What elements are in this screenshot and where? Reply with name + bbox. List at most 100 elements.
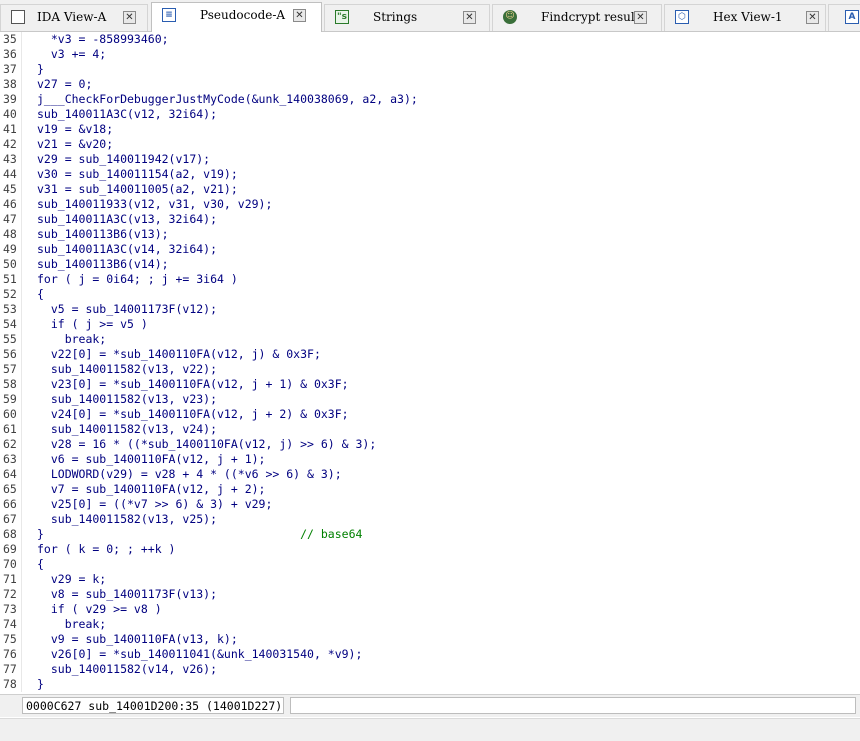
code-text[interactable]: v29 = sub_140011942(v17); bbox=[37, 152, 210, 167]
code-text[interactable]: LODWORD(v29) = v28 + 4 * ((*v6 >> 6) & 3… bbox=[37, 467, 342, 482]
code-line[interactable]: 41 v19 = &v18; bbox=[0, 122, 860, 137]
code-text[interactable]: sub_140011582(v14, v26); bbox=[37, 662, 217, 677]
code-line[interactable]: 67 sub_140011582(v13, v25); bbox=[0, 512, 860, 527]
code-text[interactable]: v29 = k; bbox=[37, 572, 106, 587]
code-text[interactable]: v31 = sub_140011005(a2, v21); bbox=[37, 182, 238, 197]
code-line[interactable]: 56 v22[0] = *sub_1400110FA(v12, j) & 0x3… bbox=[0, 347, 860, 362]
code-line[interactable]: 45 v31 = sub_140011005(a2, v21); bbox=[0, 182, 860, 197]
code-line[interactable]: 72 v8 = sub_14001173F(v13); bbox=[0, 587, 860, 602]
code-text[interactable]: v26[0] = *sub_140011041(&unk_140031540, … bbox=[37, 647, 363, 662]
code-line[interactable]: 44 v30 = sub_140011154(a2, v19); bbox=[0, 167, 860, 182]
code-text[interactable]: { bbox=[37, 287, 44, 302]
code-text[interactable]: sub_140011933(v12, v31, v30, v29); bbox=[37, 197, 272, 212]
code-text[interactable]: v3 += 4; bbox=[37, 47, 106, 62]
close-icon[interactable]: ✕ bbox=[293, 9, 306, 22]
code-text[interactable]: sub_140011582(v13, v23); bbox=[37, 392, 217, 407]
code-line[interactable]: 46 sub_140011933(v12, v31, v30, v29); bbox=[0, 197, 860, 212]
close-icon[interactable]: ✕ bbox=[634, 11, 647, 24]
code-line[interactable]: 53 v5 = sub_14001173F(v12); bbox=[0, 302, 860, 317]
code-line[interactable]: 63 v6 = sub_1400110FA(v12, j + 1); bbox=[0, 452, 860, 467]
code-text[interactable]: for ( k = 0; ; ++k ) bbox=[37, 542, 175, 557]
code-text[interactable]: v22[0] = *sub_1400110FA(v12, j) & 0x3F; bbox=[37, 347, 321, 362]
code-text[interactable]: } bbox=[37, 677, 44, 692]
code-text[interactable]: break; bbox=[37, 332, 107, 347]
code-line[interactable]: 70 { bbox=[0, 557, 860, 572]
code-line[interactable]: 37} bbox=[0, 62, 860, 77]
code-line[interactable]: 62 v28 = 16 * ((*sub_1400110FA(v12, j) >… bbox=[0, 437, 860, 452]
code-line[interactable]: 76 v26[0] = *sub_140011041(&unk_14003154… bbox=[0, 647, 860, 662]
code-text[interactable]: *v3 = -858993460; bbox=[37, 32, 169, 47]
code-text[interactable]: for ( j = 0i64; ; j += 3i64 ) bbox=[37, 272, 238, 287]
code-line[interactable]: 64 LODWORD(v29) = v28 + 4 * ((*v6 >> 6) … bbox=[0, 467, 860, 482]
code-text[interactable]: v24[0] = *sub_1400110FA(v12, j + 2) & 0x… bbox=[37, 407, 349, 422]
code-text[interactable]: sub_140011582(v13, v25); bbox=[37, 512, 217, 527]
tab-pseudocode-a[interactable]: ≡ Pseudocode-A ✕ bbox=[151, 2, 322, 32]
code-line[interactable]: 60 v24[0] = *sub_1400110FA(v12, j + 2) &… bbox=[0, 407, 860, 422]
code-line[interactable]: 38 v27 = 0; bbox=[0, 77, 860, 92]
code-text[interactable]: v19 = &v18; bbox=[37, 122, 113, 137]
code-text[interactable]: sub_140011582(v13, v22); bbox=[37, 362, 217, 377]
code-line[interactable]: 65 v7 = sub_1400110FA(v12, j + 2); bbox=[0, 482, 860, 497]
code-line[interactable]: 71 v29 = k; bbox=[0, 572, 860, 587]
code-text[interactable]: sub_140011A3C(v12, 32i64); bbox=[37, 107, 217, 122]
code-line[interactable]: 51 for ( j = 0i64; ; j += 3i64 ) bbox=[0, 272, 860, 287]
tab-hex-view-1[interactable]: ⬡ Hex View-1 ✕ bbox=[664, 4, 826, 31]
code-line[interactable]: 59 sub_140011582(v13, v23); bbox=[0, 392, 860, 407]
code-text[interactable]: } // base64 bbox=[37, 527, 362, 542]
code-line[interactable]: 68} // base64 bbox=[0, 527, 860, 542]
code-line[interactable]: 42 v21 = &v20; bbox=[0, 137, 860, 152]
code-line[interactable]: 54 if ( j >= v5 ) bbox=[0, 317, 860, 332]
code-line[interactable]: 47 sub_140011A3C(v13, 32i64); bbox=[0, 212, 860, 227]
code-line[interactable]: 43 v29 = sub_140011942(v17); bbox=[0, 152, 860, 167]
code-line[interactable]: 35 *v3 = -858993460; bbox=[0, 32, 860, 47]
code-line[interactable]: 36 v3 += 4; bbox=[0, 47, 860, 62]
code-line[interactable]: 49 sub_140011A3C(v14, 32i64); bbox=[0, 242, 860, 257]
code-text[interactable]: break; bbox=[37, 617, 107, 632]
code-line[interactable]: 57 sub_140011582(v13, v22); bbox=[0, 362, 860, 377]
close-icon[interactable]: ✕ bbox=[806, 11, 819, 24]
code-line[interactable]: 50 sub_1400113B6(v14); bbox=[0, 257, 860, 272]
code-line[interactable]: 40 sub_140011A3C(v12, 32i64); bbox=[0, 107, 860, 122]
tab-ida-view-a[interactable]: IDA View-A ✕ bbox=[0, 4, 148, 31]
code-line[interactable]: 61 sub_140011582(v13, v24); bbox=[0, 422, 860, 437]
code-line[interactable]: 39 j___CheckForDebuggerJustMyCode(&unk_14… bbox=[0, 92, 860, 107]
code-text[interactable]: v30 = sub_140011154(a2, v19); bbox=[37, 167, 238, 182]
code-text[interactable]: sub_1400113B6(v14); bbox=[37, 257, 169, 272]
tab-findcrypt-results[interactable]: ☺ Findcrypt results ✕ bbox=[492, 4, 662, 31]
code-text[interactable]: v25[0] = ((*v7 >> 6) & 3) + v29; bbox=[37, 497, 273, 512]
code-text[interactable]: sub_140011A3C(v14, 32i64); bbox=[37, 242, 217, 257]
code-line[interactable]: 48 sub_1400113B6(v13); bbox=[0, 227, 860, 242]
code-line[interactable]: 78} bbox=[0, 677, 860, 692]
code-text[interactable]: sub_140011582(v13, v24); bbox=[37, 422, 217, 437]
code-text[interactable]: } bbox=[37, 62, 44, 77]
tab-overflow-partial[interactable]: A bbox=[828, 4, 860, 31]
code-text[interactable]: v28 = 16 * ((*sub_1400110FA(v12, j) >> 6… bbox=[37, 437, 376, 452]
close-icon[interactable]: ✕ bbox=[463, 11, 476, 24]
tab-strings[interactable]: "s Strings ✕ bbox=[324, 4, 490, 31]
code-line[interactable]: 77 sub_140011582(v14, v26); bbox=[0, 662, 860, 677]
code-text[interactable]: { bbox=[37, 557, 44, 572]
code-line[interactable]: 74 break; bbox=[0, 617, 860, 632]
code-line[interactable]: 58 v23[0] = *sub_1400110FA(v12, j + 1) &… bbox=[0, 377, 860, 392]
code-line[interactable]: 73 if ( v29 >= v8 ) bbox=[0, 602, 860, 617]
code-text[interactable]: v6 = sub_1400110FA(v12, j + 1); bbox=[37, 452, 266, 467]
code-text[interactable]: v27 = 0; bbox=[37, 77, 92, 92]
code-text[interactable]: sub_1400113B6(v13); bbox=[37, 227, 169, 242]
code-line[interactable]: 66 v25[0] = ((*v7 >> 6) & 3) + v29; bbox=[0, 497, 860, 512]
code-text[interactable]: if ( v29 >= v8 ) bbox=[37, 602, 162, 617]
code-text[interactable]: v8 = sub_14001173F(v13); bbox=[37, 587, 217, 602]
code-text[interactable]: sub_140011A3C(v13, 32i64); bbox=[37, 212, 217, 227]
code-line[interactable]: 69 for ( k = 0; ; ++k ) bbox=[0, 542, 860, 557]
code-line[interactable]: 55 break; bbox=[0, 332, 860, 347]
close-icon[interactable]: ✕ bbox=[123, 11, 136, 24]
code-line[interactable]: 52 { bbox=[0, 287, 860, 302]
code-text[interactable]: j___CheckForDebuggerJustMyCode(&unk_1400… bbox=[37, 92, 418, 107]
code-text[interactable]: v21 = &v20; bbox=[37, 137, 113, 152]
code-line[interactable]: 75 v9 = sub_1400110FA(v13, k); bbox=[0, 632, 860, 647]
code-text[interactable]: v5 = sub_14001173F(v12); bbox=[37, 302, 217, 317]
code-text[interactable]: if ( j >= v5 ) bbox=[37, 317, 148, 332]
code-text[interactable]: v7 = sub_1400110FA(v12, j + 2); bbox=[37, 482, 266, 497]
code-text[interactable]: v23[0] = *sub_1400110FA(v12, j + 1) & 0x… bbox=[37, 377, 349, 392]
code-text[interactable]: v9 = sub_1400110FA(v13, k); bbox=[37, 632, 238, 647]
pseudocode-view[interactable]: 35 *v3 = -858993460; 36 v3 += 4; 37} 38 v27 … bbox=[0, 32, 860, 692]
